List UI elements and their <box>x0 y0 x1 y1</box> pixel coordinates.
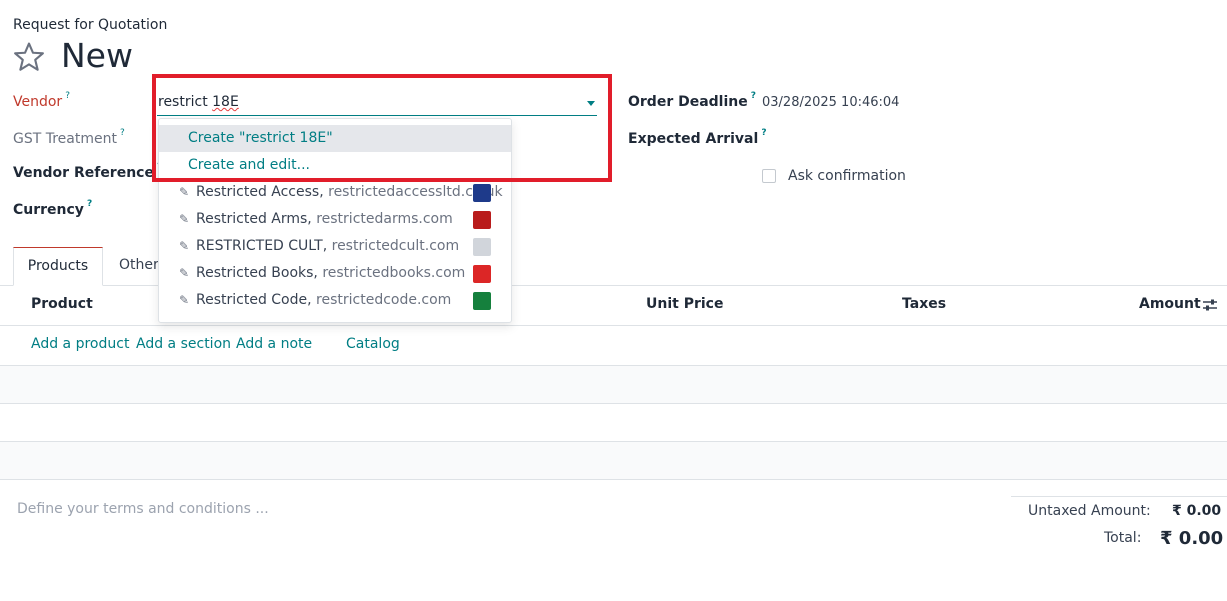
currency-label-text: Currency <box>13 202 84 218</box>
partner-option[interactable]: ✎ Restricted Arms, restrictedarms.com <box>159 206 511 233</box>
partner-email: restrictedcode.com <box>316 292 452 308</box>
tab-other[interactable]: Other <box>119 257 159 273</box>
order-deadline-help-icon[interactable]: ? <box>751 91 756 101</box>
star-icon[interactable] <box>12 40 46 74</box>
vendor-help-icon[interactable]: ? <box>65 91 70 101</box>
tab-products[interactable]: Products <box>13 247 103 286</box>
partner-name: Restricted Access <box>196 184 320 200</box>
partner-name: Restricted Code <box>196 292 308 308</box>
add-section-link[interactable]: Add a section <box>136 336 231 352</box>
partner-avatar <box>473 238 491 256</box>
partner-email: restrictedarms.com <box>316 211 453 227</box>
partner-email: restrictedcult.com <box>331 238 460 254</box>
partner-separator: , <box>319 184 329 200</box>
column-header-amount[interactable]: Amount <box>1139 296 1201 312</box>
partner-separator: , <box>307 211 317 227</box>
table-row <box>0 366 1227 403</box>
vendor-reference-label-text: Vendor Reference <box>13 165 154 181</box>
gst-help-icon[interactable]: ? <box>120 128 125 138</box>
breadcrumb[interactable]: Request for Quotation <box>13 17 167 33</box>
vendor-label-text: Vendor <box>13 94 63 110</box>
pencil-icon: ✎ <box>179 212 190 226</box>
partner-email: restrictedbooks.com <box>322 265 466 281</box>
partner-option[interactable]: ✎ RESTRICTED CULT, restrictedcult.com <box>159 233 511 260</box>
page-title: New <box>61 36 133 75</box>
add-product-link[interactable]: Add a product <box>31 336 129 352</box>
partner-avatar <box>473 211 491 229</box>
partner-name: RESTRICTED CULT <box>196 238 323 254</box>
pencil-icon: ✎ <box>179 266 190 280</box>
total-label: Total: <box>1104 530 1142 546</box>
partner-option[interactable]: ✎ Restricted Books, restrictedbooks.com <box>159 260 511 287</box>
gst-treatment-label-text: GST Treatment <box>13 131 117 147</box>
pencil-icon: ✎ <box>179 239 190 253</box>
partner-avatar <box>473 184 491 202</box>
currency-help-icon[interactable]: ? <box>87 199 92 209</box>
table-row <box>0 442 1227 479</box>
column-header-unit-price[interactable]: Unit Price <box>646 296 723 312</box>
currency-label: Currency? <box>13 199 92 218</box>
totals-divider <box>1011 496 1227 497</box>
order-deadline-value[interactable]: 03/28/2025 10:46:04 <box>762 95 899 110</box>
partner-option[interactable]: ✎ Restricted Access, restrictedaccessltd.… <box>159 179 511 206</box>
column-header-taxes[interactable]: Taxes <box>902 296 946 312</box>
sliders-icon[interactable] <box>1203 298 1217 312</box>
column-header-product[interactable]: Product <box>31 296 93 312</box>
vendor-label: Vendor? <box>13 91 70 110</box>
pencil-icon: ✎ <box>179 293 190 307</box>
catalog-link[interactable]: Catalog <box>346 336 400 352</box>
expected-arrival-help-icon[interactable]: ? <box>761 128 766 138</box>
pencil-icon: ✎ <box>179 185 190 199</box>
gst-treatment-label: GST Treatment? <box>13 128 125 147</box>
partner-name: Restricted Books <box>196 265 314 281</box>
table-header-divider <box>0 325 1227 326</box>
table-row-divider <box>0 479 1227 480</box>
partner-separator: , <box>313 265 323 281</box>
partner-avatar <box>473 292 491 310</box>
order-deadline-label: Order Deadline? <box>628 91 756 110</box>
total-value: ₹ 0.00 <box>1160 528 1224 549</box>
partner-name: Restricted Arms <box>196 211 308 227</box>
partner-separator: , <box>307 292 317 308</box>
partner-separator: , <box>322 238 332 254</box>
untaxed-amount-label: Untaxed Amount: <box>1028 503 1151 519</box>
add-note-link[interactable]: Add a note <box>236 336 312 352</box>
expected-arrival-label-text: Expected Arrival <box>628 131 759 147</box>
untaxed-amount-value: ₹ 0.00 <box>1172 503 1222 519</box>
expected-arrival-label: Expected Arrival? <box>628 128 767 147</box>
rfq-form: Request for Quotation New Vendor? restri… <box>0 0 1227 601</box>
ask-confirmation-label[interactable]: Ask confirmation <box>788 168 906 184</box>
terms-input[interactable]: Define your terms and conditions ... <box>17 501 269 517</box>
ask-confirmation-checkbox[interactable] <box>762 169 776 183</box>
partner-option[interactable]: ✎ Restricted Code, restrictedcode.com <box>159 287 511 314</box>
highlight-annotation <box>152 74 612 182</box>
table-row-divider <box>0 403 1227 404</box>
order-deadline-label-text: Order Deadline <box>628 94 748 110</box>
partner-avatar <box>473 265 491 283</box>
vendor-reference-label: Vendor Reference? <box>13 162 162 181</box>
